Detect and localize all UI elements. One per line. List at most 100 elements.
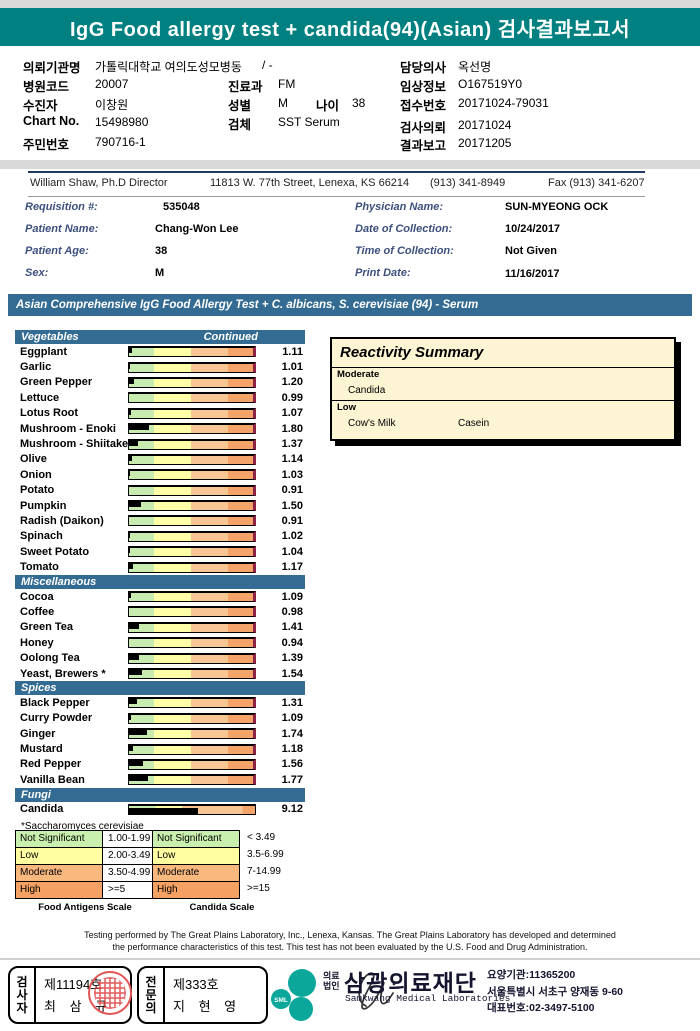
results-list: VegetablesContinuedEggplant1.11Garlic1.0… xyxy=(15,330,305,832)
food-name: Sweet Potato xyxy=(15,546,128,558)
reactivity-bar xyxy=(128,804,256,815)
result-row: Onion1.03 xyxy=(15,467,305,482)
bar-fill xyxy=(129,746,133,751)
result-value: 0.94 xyxy=(256,637,305,649)
label-specimen: 검체 xyxy=(228,114,251,133)
report-title: IgG Food allergy test + candida(94)(Asia… xyxy=(70,13,630,42)
label-hospital-code: 병원코드 xyxy=(23,76,69,95)
result-value: 1.39 xyxy=(256,652,305,664)
result-value: 1.07 xyxy=(256,407,305,419)
disclaimer: Testing performed by The Great Plains La… xyxy=(0,929,700,953)
footer-divider xyxy=(0,958,700,960)
food-name: Mushroom - Shiitake xyxy=(15,438,128,450)
org-name-en: Samkwang Medical Laboratories xyxy=(345,993,510,1004)
org-prefix: 의료법인 xyxy=(323,971,345,991)
value-resident-no: 790716-1 xyxy=(95,135,146,149)
reactivity-bar xyxy=(128,500,256,511)
food-name: Mustard xyxy=(15,743,128,755)
result-row: Yeast, Brewers *1.54 xyxy=(15,666,305,681)
test-title: Asian Comprehensive IgG Food Allergy Tes… xyxy=(16,299,478,311)
scale-range: 3.50-4.99 xyxy=(102,864,154,882)
reactivity-bar xyxy=(128,591,256,602)
specialist-body: 제333호 지 현 영 xyxy=(165,968,266,1022)
scale-caption: Candida Scale xyxy=(152,899,292,913)
food-antigens-scale-table: Not Significant1.00-1.99Low2.00-3.49Mode… xyxy=(15,831,155,913)
food-name: Green Pepper xyxy=(15,376,128,388)
result-value: 0.99 xyxy=(256,392,305,404)
result-value: 1.54 xyxy=(256,668,305,680)
section-title: Fungi xyxy=(21,789,51,801)
label-clinical-info: 임상정보 xyxy=(400,76,446,95)
reactivity-bar xyxy=(128,515,256,526)
result-row: Potato0.91 xyxy=(15,483,305,498)
value-collection-time: Not Given xyxy=(505,245,557,257)
food-name: Garlic xyxy=(15,361,128,373)
result-value: 1.03 xyxy=(256,469,305,481)
continued-label: Continued xyxy=(204,330,258,344)
section-title: Spices xyxy=(21,682,56,694)
result-row: Black Pepper1.31 xyxy=(15,695,305,710)
result-value: 1.74 xyxy=(256,728,305,740)
result-row: Honey0.94 xyxy=(15,635,305,650)
value-clinical-info: O167519Y0 xyxy=(458,77,522,91)
scale-range: 2.00-3.49 xyxy=(102,847,154,865)
section-title: Vegetables xyxy=(21,331,79,343)
value-patient-age: 38 xyxy=(155,245,167,257)
result-value: 1.04 xyxy=(256,546,305,558)
bar-fill xyxy=(129,670,142,675)
result-row: Candida9.12 xyxy=(15,802,305,817)
scale-row: High>=5 xyxy=(15,881,155,899)
result-value: 1.31 xyxy=(256,697,305,709)
result-row: Tomato1.17 xyxy=(15,559,305,574)
result-value: 1.02 xyxy=(256,530,305,542)
specialist-role-cell: 전문의 xyxy=(139,968,165,1022)
reactivity-bar xyxy=(128,408,256,419)
result-row: Mushroom - Shiitake1.37 xyxy=(15,436,305,451)
label-patient-age: Patient Age: xyxy=(25,245,89,257)
food-name: Pumpkin xyxy=(15,500,128,512)
examiner-role: 검사자 xyxy=(16,976,29,1015)
reactivity-summary-box: Reactivity Summary ModerateCandidaLowCow… xyxy=(330,337,676,441)
scale-range: 3.5-6.99 xyxy=(240,847,296,865)
reactivity-bar xyxy=(128,713,256,724)
reactivity-bar xyxy=(128,546,256,557)
lab-bar-bottom-rule xyxy=(28,196,645,197)
bar-fill xyxy=(129,655,139,660)
label-resident-no: 주민번호 xyxy=(23,134,69,153)
reactivity-bar xyxy=(128,485,256,496)
reactivity-bar xyxy=(128,392,256,403)
summary-item: Casein xyxy=(458,418,568,429)
value-requesting-org-extra: / - xyxy=(262,58,273,72)
result-row: Spinach 1.02 xyxy=(15,529,305,544)
section-header-miscellaneous: Miscellaneous xyxy=(15,575,305,589)
sml-logo-text: SML xyxy=(274,997,288,1004)
summary-items: Candida xyxy=(332,380,674,398)
section-header-spices: Spices xyxy=(15,681,305,695)
specialist-stamp-box: 전문의 제333호 지 현 영 xyxy=(137,966,268,1024)
summary-groups: ModerateCandidaLowCow's MilkCasein xyxy=(332,367,674,431)
summary-divider xyxy=(332,400,674,401)
result-value: 1.56 xyxy=(256,758,305,770)
result-value: 1.14 xyxy=(256,453,305,465)
value-chart-no: 15498980 xyxy=(95,115,148,129)
reactivity-bar xyxy=(128,562,256,573)
test-title-band: Asian Comprehensive IgG Food Allergy Tes… xyxy=(8,294,692,316)
scale-level: High xyxy=(152,881,240,899)
label-order-date: 검사의뢰 xyxy=(400,117,446,136)
result-value: 0.91 xyxy=(256,515,305,527)
bar-fill xyxy=(129,699,137,704)
bar-fill xyxy=(129,502,141,507)
bar-fill xyxy=(129,593,131,598)
reactivity-bar xyxy=(128,653,256,664)
section-title: Miscellaneous xyxy=(21,576,96,588)
food-name: Coffee xyxy=(15,606,128,618)
result-row: Lotus Root1.07 xyxy=(15,406,305,421)
scale-level: Not Significant xyxy=(152,830,240,848)
scale-range: >=5 xyxy=(102,881,154,899)
bar-fill xyxy=(129,730,147,735)
food-name: Spinach xyxy=(15,530,128,542)
scale-row: Low2.00-3.49 xyxy=(15,847,155,865)
reactivity-bar xyxy=(128,774,256,785)
value-age: 38 xyxy=(352,96,365,110)
reactivity-bar xyxy=(128,759,256,770)
